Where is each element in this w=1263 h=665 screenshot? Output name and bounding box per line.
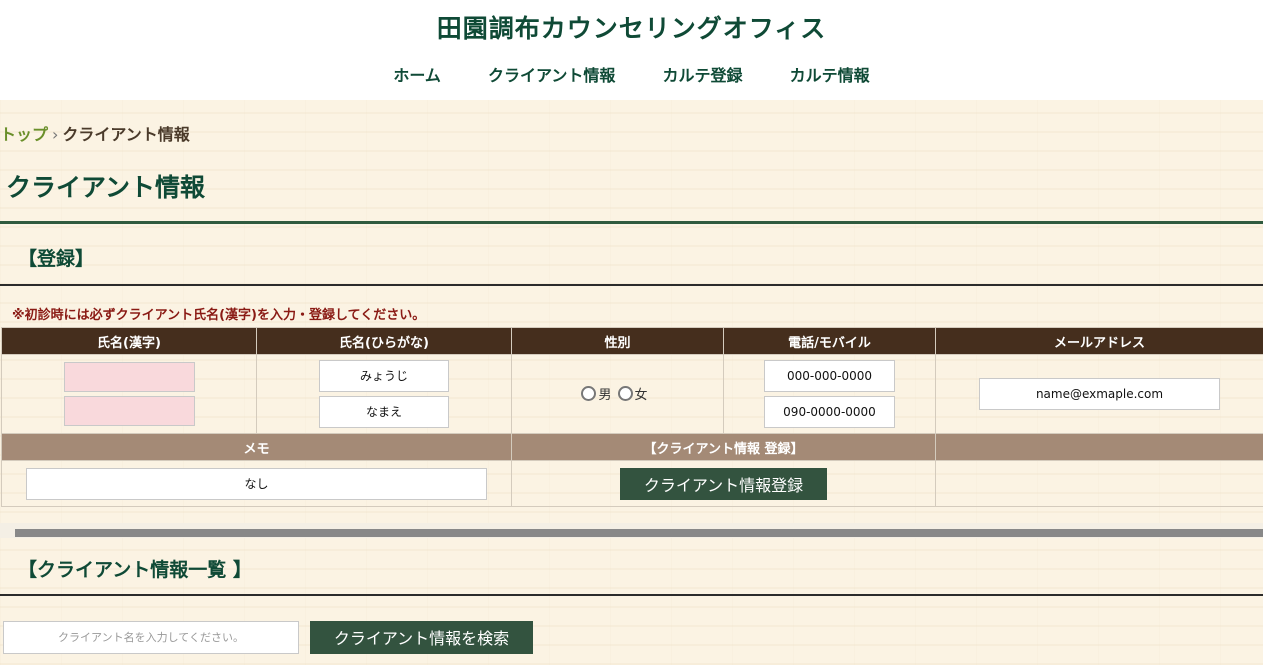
site-header: 田園調布カウンセリングオフィス ホーム クライアント情報 カルテ登録 カルテ情報: [0, 0, 1263, 100]
list-section-title: 【クライアント情報一覧 】: [18, 559, 252, 581]
header-name-kanji: 氏名(漢字): [1, 327, 257, 355]
header-phone: 電話/モバイル: [723, 327, 936, 355]
nav-chart-register[interactable]: カルテ登録: [662, 62, 742, 86]
female-label: 女: [634, 387, 648, 403]
main-nav: ホーム クライアント情報 カルテ登録 カルテ情報: [0, 62, 1263, 86]
register-header-row: 氏名(漢字) 氏名(ひらがな) 性別 電話/モバイル メールアドレス: [1, 327, 1263, 355]
cell-submit: クライアント情報登録: [511, 460, 936, 507]
nav-chart-info[interactable]: カルテ情報: [790, 62, 870, 86]
gender-option-male[interactable]: 男: [581, 384, 612, 403]
memo-input[interactable]: なし: [26, 467, 487, 500]
mobile-input[interactable]: 090-0000-0000: [764, 396, 895, 428]
hiragana-first-name-input[interactable]: なまえ: [319, 396, 449, 428]
site-title[interactable]: 田園調布カウンセリングオフィス: [0, 9, 1263, 45]
list-section-divider: [0, 594, 1263, 596]
header-name-hiragana: 氏名(ひらがな): [256, 327, 512, 355]
title-divider: [0, 221, 1263, 224]
header-submit: 【クライアント情報 登録】: [511, 433, 936, 461]
register-action-row: なし クライアント情報登録: [1, 460, 1263, 507]
breadcrumb-current: クライアント情報: [62, 125, 190, 144]
header-memo: メモ: [1, 433, 512, 461]
client-search-button[interactable]: クライアント情報を検索: [310, 621, 533, 654]
cell-email: name@exmaple.com: [935, 354, 1263, 434]
male-label: 男: [598, 387, 612, 403]
register-subheader-row: メモ 【クライアント情報 登録】: [1, 433, 1263, 461]
client-search-input[interactable]: クライアント名を入力してください。: [3, 621, 299, 654]
gender-option-female[interactable]: 女: [617, 384, 648, 403]
cell-name-hiragana: みょうじ なまえ: [256, 354, 512, 434]
hiragana-last-name-input[interactable]: みょうじ: [319, 360, 449, 392]
email-input[interactable]: name@exmaple.com: [979, 378, 1220, 410]
cell-gender: 男 女: [511, 354, 724, 434]
gender-radio-group: 男 女: [581, 384, 653, 403]
breadcrumb-separator: ›: [52, 125, 59, 144]
section-divider-bar: [15, 529, 1263, 537]
female-radio[interactable]: [617, 385, 633, 401]
kanji-last-name-input[interactable]: [63, 362, 195, 392]
register-table: 氏名(漢字) 氏名(ひらがな) 性別 電話/モバイル メールアドレス みょうじ …: [1, 327, 1263, 507]
nav-client-info[interactable]: クライアント情報: [488, 62, 615, 86]
header-email: メールアドレス: [935, 327, 1263, 355]
breadcrumb: トップ › クライアント情報: [0, 121, 190, 145]
cell-phone: 000-000-0000 090-0000-0000: [723, 354, 936, 434]
kanji-first-name-input[interactable]: [63, 396, 195, 426]
header-empty: [935, 433, 1263, 461]
cell-memo: なし: [1, 460, 512, 507]
register-notice: ※初診時には必ずクライアント氏名(漢字)を入力・登録してください。: [12, 308, 426, 323]
breadcrumb-top-link[interactable]: トップ: [0, 125, 48, 144]
cell-name-kanji: [1, 354, 257, 434]
main-content: トップ › クライアント情報 クライアント情報 【登録】 ※初診時には必ずクライアン…: [0, 100, 1263, 665]
cell-empty: [935, 460, 1263, 507]
register-section-divider: [0, 284, 1263, 286]
header-gender: 性別: [511, 327, 724, 355]
phone-input[interactable]: 000-000-0000: [764, 360, 895, 392]
register-client-button[interactable]: クライアント情報登録: [620, 467, 827, 500]
nav-home[interactable]: ホーム: [393, 62, 441, 86]
male-radio[interactable]: [581, 385, 597, 401]
register-input-row: みょうじ なまえ 男 女 000-000-0000 090-0000-0000 …: [1, 354, 1263, 434]
page-title: クライアント情報: [6, 173, 206, 202]
register-section-title: 【登録】: [18, 248, 95, 270]
